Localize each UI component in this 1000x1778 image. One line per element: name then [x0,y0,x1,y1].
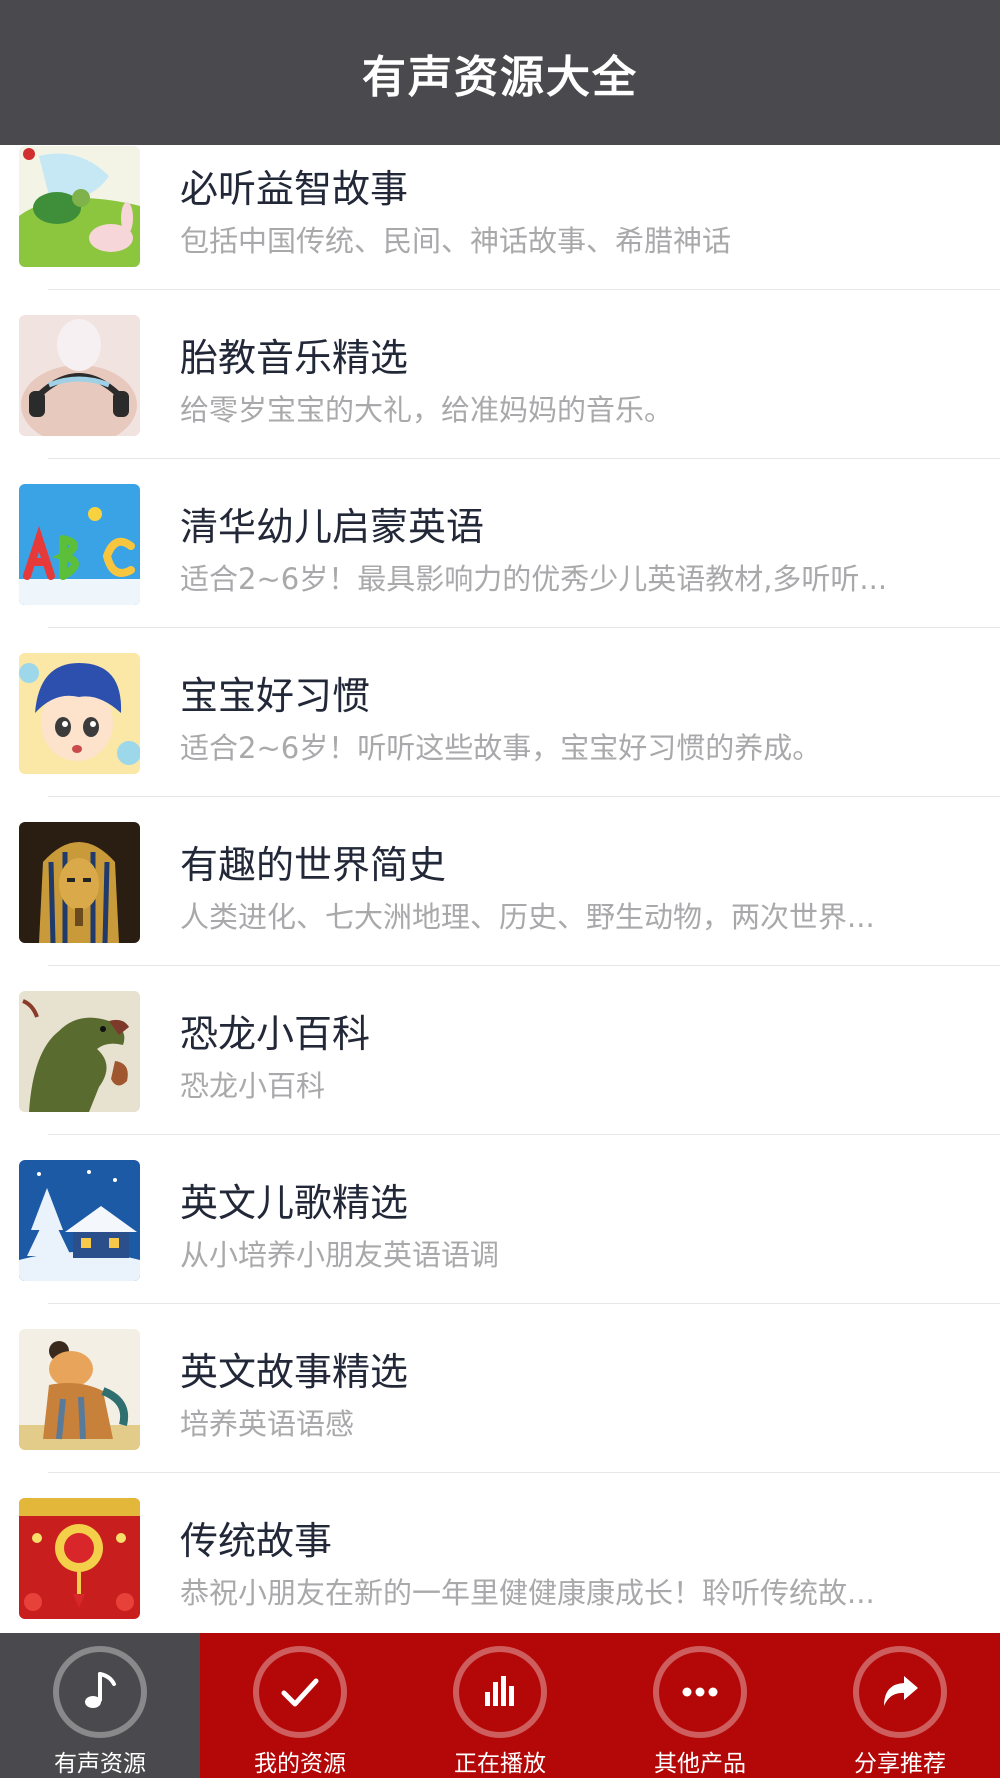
item-title: 必听益智故事 [180,167,409,211]
list-item[interactable]: 清华幼儿启蒙英语 适合2~6岁！最具影响力的优秀少儿英语教材,多听听... [0,459,1000,628]
item-subtitle: 包括中国传统、民间、神话故事、希腊神话 [180,224,732,258]
tab-label: 分享推荐 [854,1751,946,1777]
share-arrow-icon [853,1646,947,1738]
item-title: 清华幼儿启蒙英语 [180,505,485,549]
item-subtitle: 培养英语语感 [180,1407,355,1441]
item-title: 宝宝好习惯 [180,674,371,718]
checkmark-icon [253,1646,347,1738]
item-title: 恐龙小百科 [180,1012,371,1056]
item-title: 英文儿歌精选 [180,1181,409,1225]
list-item[interactable]: 英文儿歌精选 从小培养小朋友英语语调 [0,1135,1000,1304]
item-subtitle: 从小培养小朋友英语语调 [180,1238,500,1272]
page-title: 有声资源大全 [362,51,638,103]
item-title: 传统故事 [180,1519,333,1563]
tab-audio-resources[interactable]: 有声资源 [0,1633,200,1778]
resource-list[interactable]: 必听益智故事 包括中国传统、民间、神话故事、希腊神话 胎教音乐精选 给零岁宝宝的… [0,145,1000,1633]
tab-label: 正在播放 [454,1751,546,1777]
tab-label: 我的资源 [254,1751,346,1777]
item-title: 胎教音乐精选 [180,336,409,380]
dinosaur-thumbnail [19,991,140,1112]
tab-my-resources[interactable]: 我的资源 [200,1633,400,1778]
item-title: 有趣的世界简史 [180,843,447,887]
app-screen: 有声资源大全 必听益智故事 包括中国传统、民间、神话故事、希腊神话 胎教音乐精选… [0,0,1000,1778]
more-dots-icon [653,1646,747,1738]
item-title: 英文故事精选 [180,1350,409,1394]
bottom-tab-bar: 有声资源 我的资源 正在播放 其他产品 分享推荐 [0,1633,1000,1778]
item-subtitle: 适合2~6岁！听听这些故事，宝宝好习惯的养成。 [180,731,822,765]
chinese-new-year-thumbnail [19,1498,140,1619]
list-item[interactable]: 有趣的世界简史 人类进化、七大洲地理、历史、野生动物，两次世界... [0,797,1000,966]
snowy-house-thumbnail [19,1160,140,1281]
cartoon-boy-thumbnail [19,653,140,774]
item-subtitle: 给零岁宝宝的大礼，给准妈妈的音乐。 [180,393,674,427]
tab-now-playing[interactable]: 正在播放 [400,1633,600,1778]
pharaoh-mask-thumbnail [19,822,140,943]
list-item[interactable]: 传统故事 恭祝小朋友在新的一年里健健康康成长！聆听传统故... [0,1473,1000,1633]
item-subtitle: 人类进化、七大洲地理、历史、野生动物，两次世界... [180,900,875,934]
tab-label: 有声资源 [54,1751,146,1777]
list-item[interactable]: 英文故事精选 培养英语语感 [0,1304,1000,1473]
tab-other-products[interactable]: 其他产品 [600,1633,800,1778]
music-note-icon [53,1646,147,1738]
list-item[interactable]: 宝宝好习惯 适合2~6岁！听听这些故事，宝宝好习惯的养成。 [0,628,1000,797]
nav-header: 有声资源大全 [0,0,1000,145]
list-item[interactable]: 胎教音乐精选 给零岁宝宝的大礼，给准妈妈的音乐。 [0,290,1000,459]
list-item[interactable]: 恐龙小百科 恐龙小百科 [0,966,1000,1135]
cartoon-mouse-thumbnail [19,1329,140,1450]
tab-label: 其他产品 [654,1751,746,1777]
abc-letters-thumbnail [19,484,140,605]
resource-list-content: 必听益智故事 包括中国传统、民间、神话故事、希腊神话 胎教音乐精选 给零岁宝宝的… [0,145,1000,1633]
tab-share[interactable]: 分享推荐 [800,1633,1000,1778]
list-item[interactable]: 必听益智故事 包括中国传统、民间、神话故事、希腊神话 [0,145,1000,290]
turtle-rabbit-thumbnail [19,146,140,267]
item-subtitle: 适合2~6岁！最具影响力的优秀少儿英语教材,多听听... [180,562,888,596]
item-subtitle: 恐龙小百科 [180,1069,326,1103]
item-subtitle: 恭祝小朋友在新的一年里健健康康成长！聆听传统故... [180,1576,875,1610]
bar-chart-icon [453,1646,547,1738]
pregnant-belly-headphones-thumbnail [19,315,140,436]
